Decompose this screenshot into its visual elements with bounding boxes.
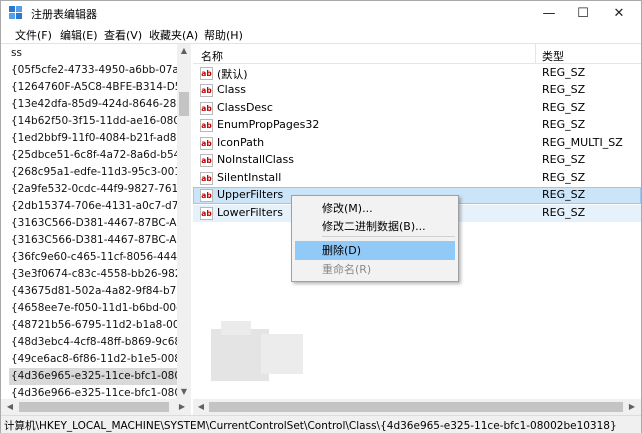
context-modify[interactable]: 修改(M)... (295, 199, 455, 218)
close-button[interactable]: ✕ (597, 1, 641, 25)
value-row[interactable]: ab ClassDesc REG_SZ (193, 100, 641, 117)
tree-hscroll-thumb[interactable] (19, 402, 169, 412)
value-name: SilentInstall (217, 171, 282, 184)
menu-file[interactable]: 文件(F) (15, 27, 52, 43)
scroll-right-icon[interactable]: ▶ (625, 402, 639, 411)
value-row[interactable]: ab EnumPropPages32 REG_SZ (193, 117, 641, 134)
tree-item[interactable]: {36fc9e60-c465-11cf-8056-444553 (11, 249, 190, 266)
menu-help[interactable]: 帮助(H) (204, 27, 243, 43)
scroll-right-icon[interactable]: ▶ (175, 402, 189, 411)
tree-item[interactable]: {48721b56-6795-11d2-b1a8-0080 (11, 317, 190, 334)
value-name: UpperFilters (217, 188, 284, 201)
tree-item[interactable]: {1264760F-A5C8-4BFE-B314-D56A (11, 79, 190, 96)
value-row[interactable]: ab Class REG_SZ (193, 82, 641, 99)
column-header-name[interactable]: 名称 (201, 48, 223, 64)
list-hscroll-thumb[interactable] (209, 402, 623, 412)
value-name: (默认) (217, 68, 248, 81)
tree-item[interactable]: {25dbce51-6c8f-4a72-8a6d-b54c2 (11, 147, 190, 164)
watermark-blur (221, 321, 251, 335)
key-tree-pane: ss {05f5cfe2-4733-4950-a6bb-07aad {12647… (1, 44, 191, 415)
value-type: REG_SZ (542, 171, 586, 184)
value-type: REG_SZ (542, 153, 586, 166)
scroll-left-icon[interactable]: ◀ (194, 402, 208, 411)
value-name: ClassDesc (217, 101, 273, 114)
value-name: LowerFilters (217, 206, 283, 219)
value-type: REG_SZ (542, 206, 586, 219)
menu-edit[interactable]: 编辑(E) (60, 27, 98, 43)
window-title: 注册表编辑器 (31, 8, 97, 21)
tree-item[interactable]: {13e42dfa-85d9-424d-8646-28a7( (11, 96, 190, 113)
scroll-down-icon[interactable]: ▼ (177, 387, 191, 396)
list-horizontal-scrollbar[interactable]: ◀ ▶ (193, 399, 641, 415)
value-row[interactable]: ab SilentInstall REG_SZ (193, 170, 641, 187)
menu-view[interactable]: 查看(V) (104, 27, 142, 43)
value-type: REG_SZ (542, 188, 586, 201)
tree-item[interactable]: {49ce6ac8-6f86-11d2-b1e5-0080c (11, 351, 190, 368)
value-type: REG_SZ (542, 101, 586, 114)
tree-item[interactable]: {14b62f50-3f15-11dd-ae16-08002 (11, 113, 190, 130)
value-name: Class (217, 83, 246, 96)
value-row[interactable]: ab (默认) REG_SZ (193, 65, 641, 82)
value-type: REG_SZ (542, 66, 586, 79)
tree-item-selected[interactable]: {4d36e965-e325-11ce-bfc1-08002 (9, 368, 190, 385)
string-value-icon: ab (200, 137, 213, 150)
string-value-icon: ab (200, 207, 213, 220)
menu-bar: 文件(F) 编辑(E) 查看(V) 收藏夹(A) 帮助(H) (1, 25, 641, 44)
title-bar: 注册表编辑器 — ☐ ✕ (1, 1, 641, 25)
registry-editor-window: 注册表编辑器 — ☐ ✕ 文件(F) 编辑(E) 查看(V) 收藏夹(A) 帮助… (0, 0, 642, 433)
tree-item[interactable]: {268c95a1-edfe-11d3-95c3-0010d (11, 164, 190, 181)
status-bar: 计算机\HKEY_LOCAL_MACHINE\SYSTEM\CurrentCon… (1, 415, 641, 433)
value-row[interactable]: ab NoInstallClass REG_SZ (193, 152, 641, 169)
tree-item[interactable]: {4658ee7e-f050-11d1-b6bd-00c04 (11, 300, 190, 317)
string-value-icon: ab (200, 189, 213, 202)
tree-item[interactable]: {3163C566-D381-4467-87BC-A65A (11, 215, 190, 232)
string-value-icon: ab (200, 119, 213, 132)
context-separator (322, 236, 455, 237)
tree-item[interactable]: ss (11, 45, 22, 62)
tree-item[interactable]: {1ed2bbf9-11f0-4084-b21f-ad83a (11, 130, 190, 147)
tree-item[interactable]: {48d3ebc4-4cf8-48ff-b869-9c68ac (11, 334, 190, 351)
registry-app-icon (9, 6, 24, 20)
value-row[interactable]: ab IconPath REG_MULTI_SZ (193, 135, 641, 152)
scroll-up-icon[interactable]: ▲ (177, 46, 191, 55)
tree-item[interactable]: {3163C566-D381-4467-87BC-A65A (11, 232, 190, 249)
scroll-left-icon[interactable]: ◀ (3, 402, 17, 411)
value-type: REG_SZ (542, 83, 586, 96)
string-value-icon: ab (200, 154, 213, 167)
column-header-type[interactable]: 类型 (542, 48, 564, 64)
column-divider[interactable] (535, 44, 536, 64)
registry-path: 计算机\HKEY_LOCAL_MACHINE\SYSTEM\CurrentCon… (4, 420, 617, 432)
context-menu: 修改(M)... 修改二进制数据(B)... 删除(D) 重命名(R) (291, 195, 459, 282)
value-name: IconPath (217, 136, 265, 149)
context-modify-binary[interactable]: 修改二进制数据(B)... (295, 217, 455, 236)
value-name: NoInstallClass (217, 153, 295, 166)
tree-item[interactable]: {3e3f0674-c83c-4558-bb26-9820e (11, 266, 190, 283)
value-type: REG_MULTI_SZ (542, 136, 623, 149)
value-type: REG_SZ (542, 118, 586, 131)
tree-item[interactable]: {05f5cfe2-4733-4950-a6bb-07aad (11, 62, 190, 79)
tree-item[interactable]: {2a9fe532-0cdc-44f9-9827-76192f (11, 181, 190, 198)
string-value-icon: ab (200, 102, 213, 115)
string-value-icon: ab (200, 84, 213, 97)
tree-scroll-thumb[interactable] (179, 92, 189, 116)
tree-item[interactable]: {43675d81-502a-4a82-9f84-b75f4 (11, 283, 190, 300)
value-name: EnumPropPages32 (217, 118, 320, 131)
context-delete[interactable]: 删除(D) (295, 241, 455, 260)
string-value-icon: ab (200, 67, 213, 80)
tree-item[interactable]: {2db15374-706e-4131-a0c7-d7c78 (11, 198, 190, 215)
list-header: 名称 类型 (193, 44, 641, 64)
tree-vertical-scrollbar[interactable]: ▲ ▼ (177, 44, 191, 399)
menu-favorites[interactable]: 收藏夹(A) (149, 27, 198, 43)
string-value-icon: ab (200, 172, 213, 185)
context-rename[interactable]: 重命名(R) (295, 260, 455, 279)
tree-horizontal-scrollbar[interactable]: ◀ ▶ (1, 399, 191, 415)
watermark-blur (261, 334, 303, 374)
